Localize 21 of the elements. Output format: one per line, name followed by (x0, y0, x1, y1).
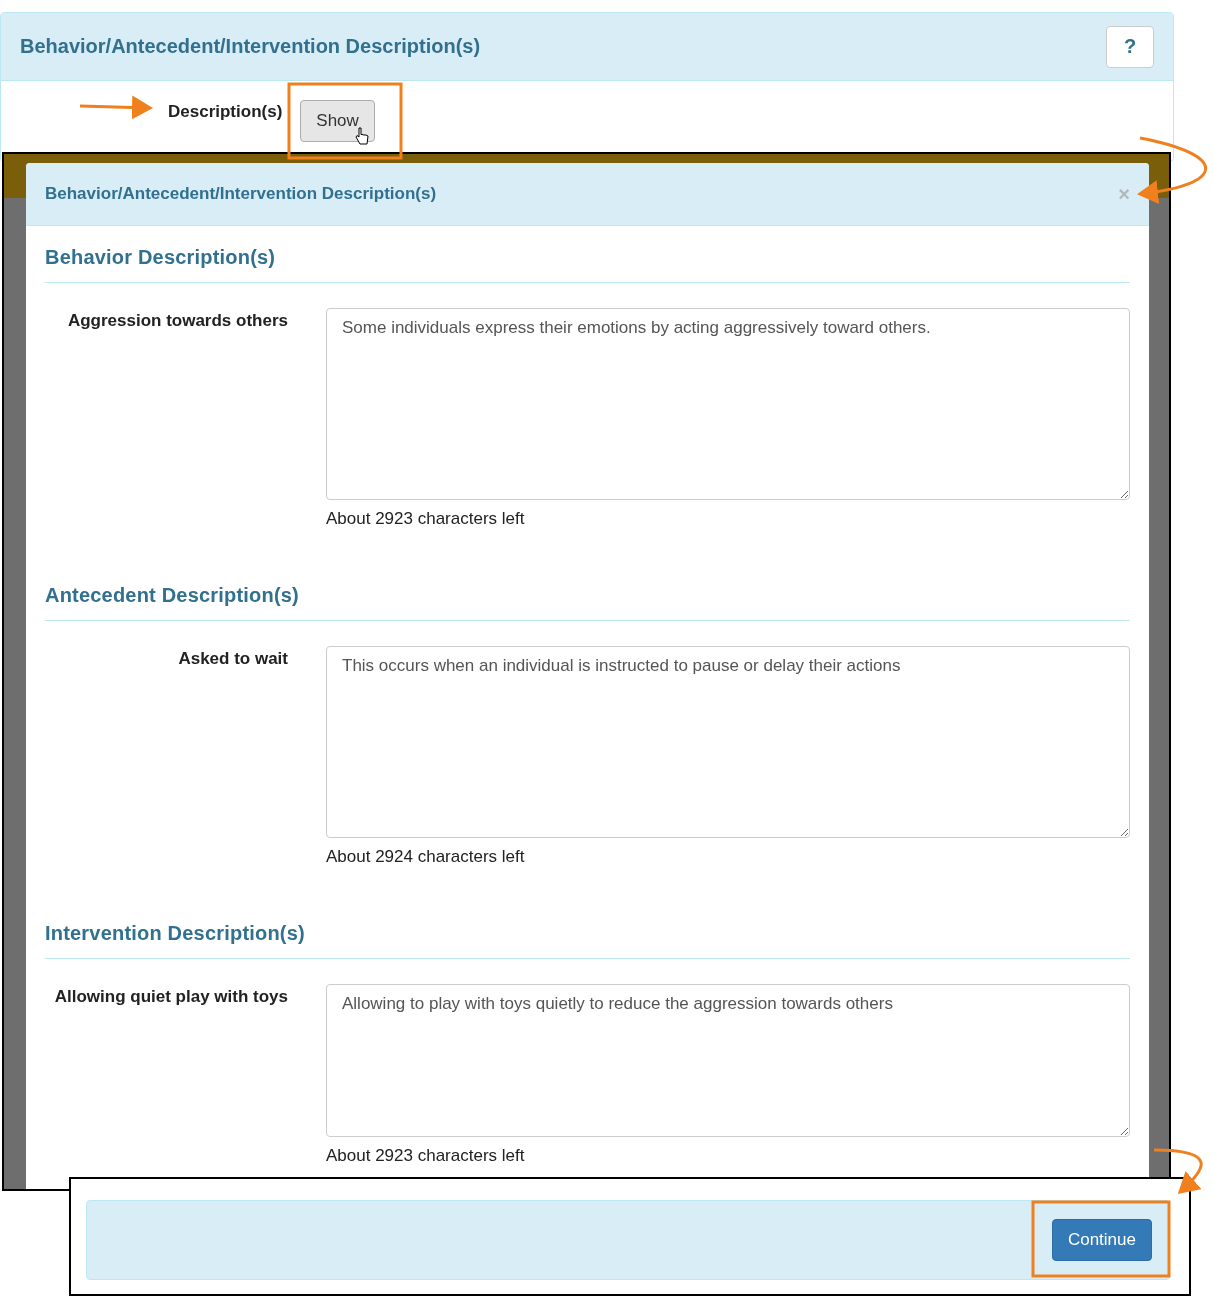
section-heading: Intervention Description(s) (45, 922, 306, 945)
continue-button[interactable]: Continue (1051, 1219, 1152, 1261)
description-field[interactable]: This occurs when an individual is instructed to pause or delay their actions (326, 646, 1130, 838)
description-field[interactable]: Allowing to play with toys quietly to reduce the aggression towards others (326, 984, 1130, 1137)
field-label: Aggression towards others (66, 310, 288, 332)
field-label: Allowing quiet play with toys (53, 986, 288, 1008)
show-button[interactable]: Show (300, 100, 375, 142)
modal-title: Behavior/Antecedent/Intervention Description(s) (45, 184, 437, 204)
annotation-arrow (1137, 136, 1207, 204)
field-label: Description(s) (168, 101, 283, 122)
help-button[interactable]: ? (1106, 25, 1154, 68)
character-counter: About 2924 characters left (326, 847, 526, 868)
hand-cursor-icon (355, 127, 370, 145)
character-counter: About 2923 characters left (326, 509, 526, 530)
section-heading: Antecedent Description(s) (45, 584, 300, 607)
panel-title: Behavior/Antecedent/Intervention Description(s) (20, 35, 481, 58)
section-heading: Behavior Description(s) (45, 246, 277, 269)
field-label: Asked to wait (177, 648, 288, 670)
character-counter: About 2923 characters left (326, 1146, 526, 1167)
description-field[interactable]: Some individuals express their emotions by acting aggressively toward others. (326, 308, 1130, 500)
annotation-arrow (1153, 1148, 1203, 1194)
